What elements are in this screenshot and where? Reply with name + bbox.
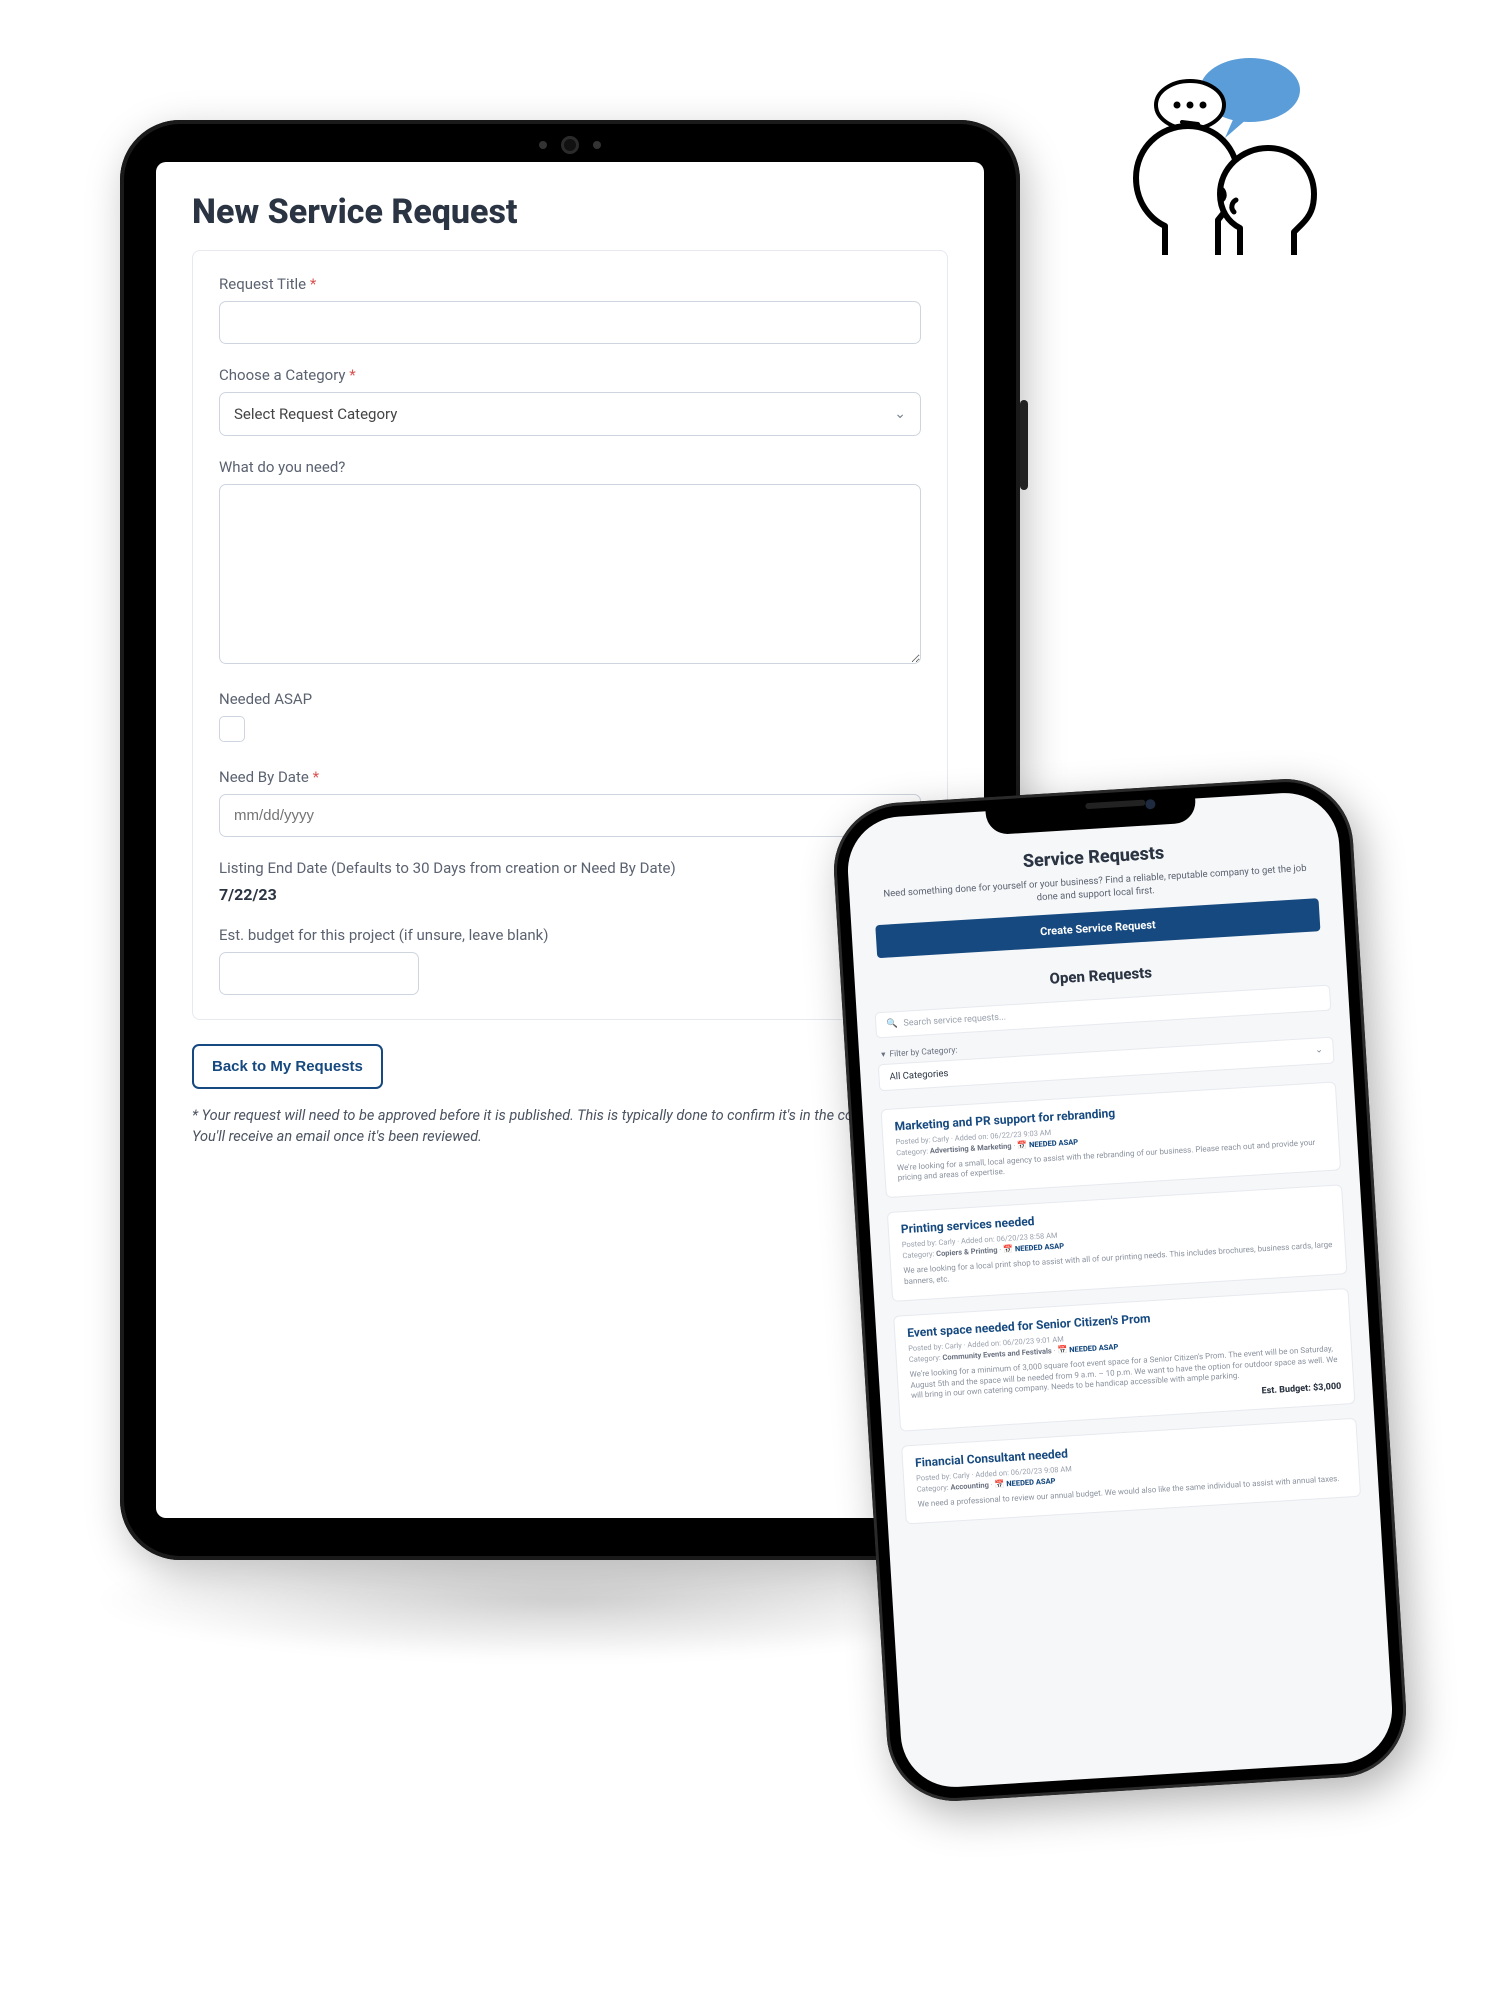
calendar-icon: 📅 <box>994 1480 1004 1490</box>
chevron-down-icon: ⌄ <box>894 406 906 422</box>
budget-input[interactable] <box>219 952 419 995</box>
phone-frame: Service Requests Need something done for… <box>830 775 1410 1805</box>
calendar-icon: 📅 <box>1057 1345 1067 1355</box>
label-request-title: Request Title * <box>219 275 921 293</box>
chevron-down-icon: ⌄ <box>1315 1045 1323 1055</box>
label-listing-end: Listing End Date (Defaults to 30 Days fr… <box>219 859 921 877</box>
description-textarea[interactable] <box>219 484 921 664</box>
label-budget: Est. budget for this project (if unsure,… <box>219 926 921 944</box>
field-description: What do you need? <box>219 458 921 668</box>
label-need-by-date: Need By Date * <box>219 768 921 786</box>
needed-asap-checkbox[interactable] <box>219 716 245 742</box>
needed-asap-badge: NEEDED ASAP <box>1029 1137 1079 1149</box>
chat-heads-icon <box>1070 50 1330 274</box>
needed-asap-badge: NEEDED ASAP <box>1069 1342 1119 1354</box>
back-button[interactable]: Back to My Requests <box>192 1044 383 1089</box>
field-need-by-date: Need By Date * <box>219 768 921 837</box>
category-select[interactable]: Select Request Category ⌄ <box>219 392 921 436</box>
category-select-value: Select Request Category <box>234 405 397 423</box>
service-request-form: Request Title * Choose a Category * Sele… <box>192 250 948 1020</box>
filter-icon: ▾ <box>881 1050 886 1060</box>
label-description: What do you need? <box>219 458 921 476</box>
requests-list: Marketing and PR support for rebrandingP… <box>880 1081 1361 1524</box>
need-by-date-input[interactable] <box>219 794 921 837</box>
request-title-input[interactable] <box>219 301 921 344</box>
filter-value: All Categories <box>889 1068 948 1083</box>
request-card[interactable]: Printing services neededPosted by: Carly… <box>887 1184 1348 1301</box>
form-button-row: Back to My Requests Submit <box>192 1044 948 1089</box>
field-needed-asap: Needed ASAP <box>219 690 921 746</box>
phone-screen: Service Requests Need something done for… <box>845 790 1395 1790</box>
page-title: New Service Request <box>192 192 948 232</box>
field-category: Choose a Category * Select Request Categ… <box>219 366 921 436</box>
listing-end-value: 7/22/23 <box>219 885 921 904</box>
tablet-camera-bar <box>539 136 601 154</box>
calendar-icon: 📅 <box>1003 1245 1013 1255</box>
field-listing-end: Listing End Date (Defaults to 30 Days fr… <box>219 859 921 904</box>
search-placeholder: Search service requests... <box>903 1012 1006 1028</box>
request-card[interactable]: Event space needed for Senior Citizen's … <box>893 1288 1355 1432</box>
label-needed-asap: Needed ASAP <box>219 690 921 708</box>
form-footnote: * Your request will need to be approved … <box>192 1105 948 1147</box>
needed-asap-badge: NEEDED ASAP <box>1015 1242 1065 1254</box>
label-category: Choose a Category * <box>219 366 921 384</box>
field-request-title: Request Title * <box>219 275 921 344</box>
field-budget: Est. budget for this project (if unsure,… <box>219 926 921 995</box>
calendar-icon: 📅 <box>1017 1140 1027 1150</box>
request-card[interactable]: Financial Consultant neededPosted by: Ca… <box>901 1418 1361 1524</box>
request-card[interactable]: Marketing and PR support for rebrandingP… <box>880 1081 1341 1198</box>
search-icon: 🔍 <box>886 1019 898 1030</box>
needed-asap-badge: NEEDED ASAP <box>1006 1477 1056 1489</box>
